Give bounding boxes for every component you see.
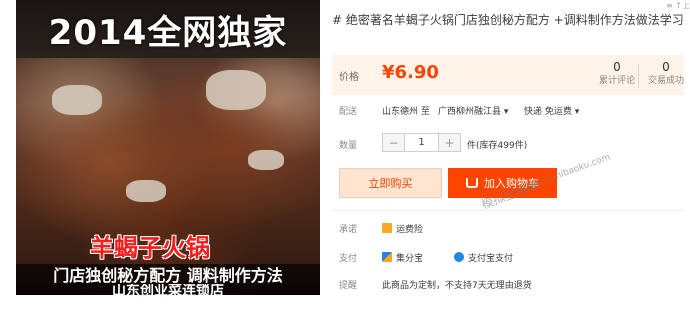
quantity-increase-button[interactable]: +	[438, 134, 460, 151]
commitment-label: 承诺	[339, 225, 358, 235]
commitment-text: 运费险	[396, 225, 424, 235]
image-bone-decoration	[52, 85, 102, 115]
price-label: 价格	[339, 72, 359, 83]
product-details: ≡ ↑上 # 绝密著名羊蝎子火锅门店独创秘方配方 +调料制作方法做法学习 价格 …	[332, 0, 690, 319]
divider	[332, 210, 684, 211]
shipping-insurance-icon	[382, 223, 392, 233]
notice-text: 此商品为定制，不支持7天无理由退货	[382, 281, 532, 291]
product-image[interactable]: 2014全网独家 羊蝎子火锅 门店独创秘方配方 调料制作方法 山东创业菜连锁店	[16, 0, 320, 295]
cart-icon	[466, 178, 478, 188]
chevron-down-icon: ▾	[503, 107, 509, 117]
quantity-label: 数量	[339, 141, 358, 151]
buy-now-button[interactable]: 立即购买	[339, 168, 442, 198]
payment-method-1: 集分宝	[396, 254, 424, 264]
trade-count: 0	[662, 60, 670, 74]
trade-count-label: 交易成功	[647, 76, 684, 86]
jifenbao-icon	[382, 252, 392, 262]
quantity-decrease-button[interactable]: −	[383, 134, 405, 151]
payment-method-alipay[interactable]: 支付宝支付	[454, 251, 513, 264]
alipay-icon	[454, 252, 464, 262]
payment-method-2: 支付宝支付	[468, 254, 514, 264]
payment-method-jifenbao[interactable]: 集分宝	[382, 251, 423, 264]
chevron-down-icon: ▾	[574, 107, 580, 117]
commitment-item[interactable]: 运费险	[382, 222, 423, 235]
payment-label: 支付	[339, 254, 358, 264]
image-bone-decoration	[126, 180, 166, 202]
shipping-destination: 广西柳州融江县	[438, 107, 502, 117]
express-option: 快递 免运费	[524, 107, 572, 117]
price-panel: 价格 ¥6.90 0 累计评论 0 交易成功	[332, 55, 684, 95]
quantity-stepper: − 1 +	[382, 133, 461, 152]
stock-info: 件(库存499件)	[467, 141, 528, 151]
image-caption-primary: 门店独创秘方配方 调料制作方法	[16, 264, 320, 285]
express-select[interactable]: 快递 免运费 ▾	[524, 104, 579, 117]
shipping-from: 山东德州 至	[382, 107, 430, 117]
trade-count-stat[interactable]: 0 交易成功	[636, 60, 690, 88]
image-headline: 2014全网独家	[16, 0, 320, 58]
shipping-label: 配送	[339, 107, 358, 117]
image-bone-decoration	[206, 70, 266, 110]
product-title: # 绝密著名羊蝎子火锅门店独创秘方配方 +调料制作方法做法学习	[332, 13, 684, 27]
quantity-input[interactable]: 1	[405, 134, 438, 151]
image-dish-name: 羊蝎子火锅	[90, 234, 210, 262]
corner-mark: ≡ ↑上	[666, 1, 690, 10]
notice-label: 提醒	[339, 281, 358, 291]
image-bone-decoration	[248, 150, 284, 170]
shipping-destination-select[interactable]: 广西柳州融江县 ▾	[438, 104, 508, 117]
price-value: ¥6.90	[382, 62, 439, 83]
image-caption-secondary: 山东创业菜连锁店	[16, 284, 320, 295]
